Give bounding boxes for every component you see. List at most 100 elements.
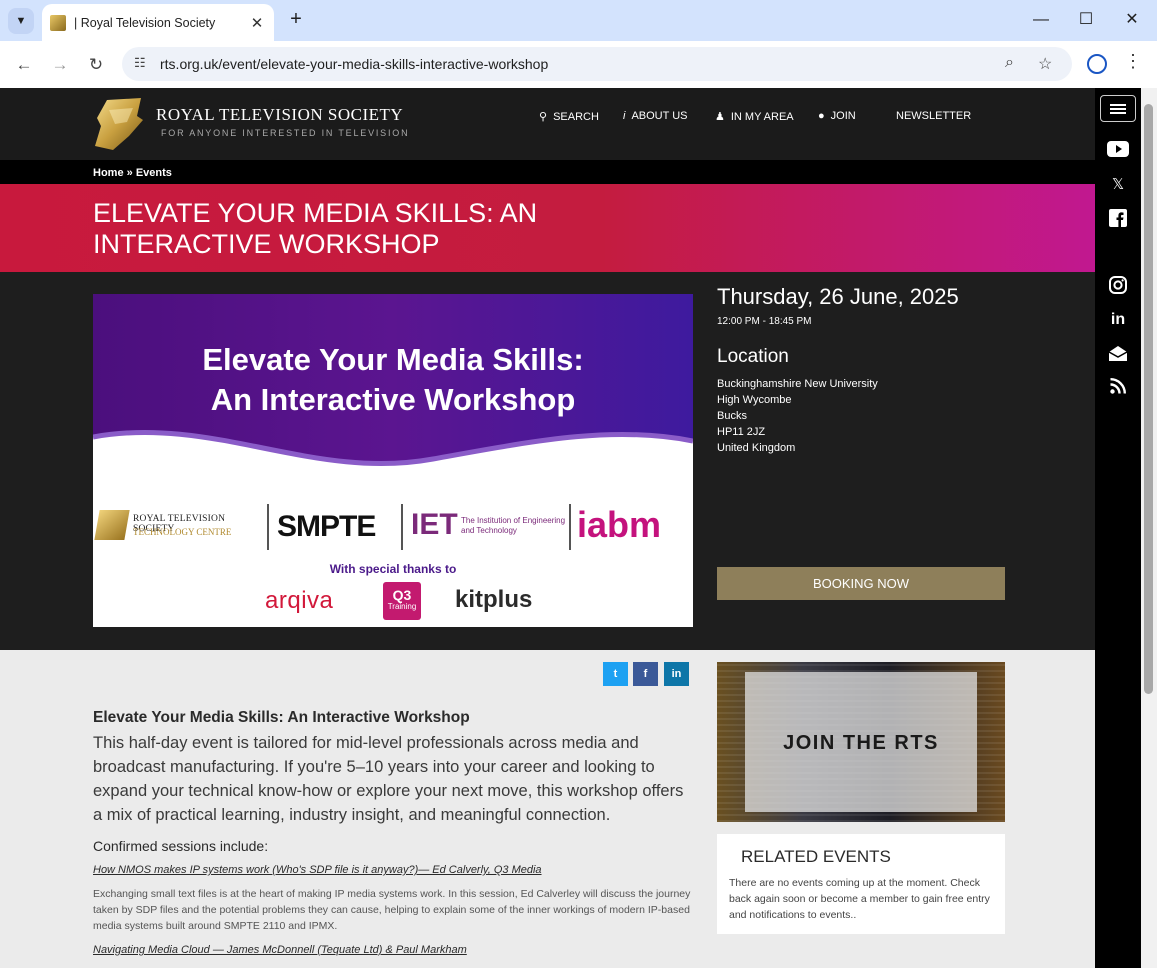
page-scrollbar[interactable]	[1141, 88, 1157, 968]
info-icon: i	[623, 110, 626, 122]
content-intro: This half-day event is tailored for mid-…	[93, 734, 684, 824]
session-description: Exchanging small text files is at the he…	[93, 888, 691, 932]
partner-divider	[401, 504, 403, 550]
hamburger-menu-button[interactable]	[1100, 95, 1136, 122]
related-events-text: There are no events coming up at the mom…	[729, 877, 990, 921]
page-title: ELEVATE YOUR MEDIA SKILLS: AN INTERACTIV…	[93, 198, 538, 259]
user-icon: ●	[818, 110, 825, 122]
rts-logo-line2: TECHNOLOGY CENTRE	[133, 527, 232, 537]
share-linkedin-button[interactable]: in	[664, 662, 689, 686]
x-icon[interactable]: 𝕏	[1107, 175, 1129, 195]
iet-logo: IET	[411, 508, 458, 541]
event-content: t f in Elevate Your Media Skills: An Int…	[0, 650, 1095, 968]
linkedin-icon[interactable]: in	[1107, 310, 1129, 330]
youtube-icon[interactable]	[1107, 141, 1129, 161]
menu-bar	[1110, 104, 1126, 106]
forward-button[interactable]: →	[46, 51, 74, 79]
rts-mini-logo-icon	[94, 510, 130, 540]
nav-about-label: ABOUT US	[631, 110, 688, 122]
session-link[interactable]: How NMOS makes IP systems work (Who's SD…	[93, 864, 542, 876]
zoom-icon[interactable]: ⌕	[1005, 54, 1014, 72]
booking-button[interactable]: BOOKING NOW	[717, 567, 1005, 600]
breadcrumb-home[interactable]: Home	[93, 167, 124, 179]
iet-logo-subtitle: The Institution of Engineering and Techn…	[461, 516, 566, 535]
breadcrumb-separator: »	[126, 167, 133, 179]
browser-chrome: ▼ | Royal Television Society ✕ + — ☐ ✕ ←…	[0, 0, 1157, 88]
share-twitter-button[interactable]: t	[603, 662, 628, 686]
content-heading: Elevate Your Media Skills: An Interactiv…	[93, 709, 470, 726]
minimize-button[interactable]: —	[1026, 8, 1056, 32]
partner-divider	[267, 504, 269, 550]
arqiva-logo: arqiva	[265, 587, 334, 614]
address-line: High Wycombe	[717, 394, 792, 406]
event-address: Buckinghamshire New University High Wyco…	[717, 376, 878, 456]
nav-newsletter-label: NEWSLETTER	[896, 110, 972, 122]
maximize-button[interactable]: ☐	[1071, 8, 1101, 32]
site-tagline: FOR ANYONE INTERESTED IN TELEVISION	[161, 128, 410, 138]
rts-technology-centre-logo: ROYAL TELEVISION SOCIETY TECHNOLOGY CENT…	[94, 506, 267, 546]
special-thanks-text: With special thanks to	[329, 562, 457, 576]
join-rts-banner[interactable]: JOIN THE RTS	[717, 662, 1005, 822]
join-rts-text: JOIN THE RTS	[783, 732, 939, 754]
partner-logos: ROYAL TELEVISION SOCIETY TECHNOLOGY CENT…	[93, 502, 693, 552]
address-line: Bucks	[717, 410, 747, 422]
search-icon: ⚲	[539, 111, 548, 123]
site-title[interactable]: ROYAL TELEVISION SOCIETY	[156, 105, 403, 125]
promo-heading: Elevate Your Media Skills: An Interactiv…	[93, 340, 693, 420]
promo-wave	[93, 429, 693, 489]
reload-button[interactable]: ↻	[82, 51, 110, 79]
share-facebook-button[interactable]: f	[633, 662, 658, 686]
site-header: ROYAL TELEVISION SOCIETY FOR ANYONE INTE…	[0, 88, 1095, 160]
url-text[interactable]: rts.org.uk/event/elevate-your-media-skil…	[160, 56, 548, 72]
breadcrumb: Home » Events	[93, 167, 172, 179]
rts-logo-icon[interactable]	[93, 96, 145, 152]
breadcrumb-events[interactable]: Events	[136, 167, 172, 179]
close-tab-icon[interactable]: ✕	[248, 14, 266, 32]
bookmark-star-icon[interactable]: ☆	[1038, 54, 1052, 74]
browser-tab[interactable]: | Royal Television Society ✕	[42, 4, 274, 41]
location-heading: Location	[717, 346, 789, 367]
nav-newsletter[interactable]: NEWSLETTER	[896, 110, 971, 122]
menu-bar	[1110, 112, 1126, 114]
mail-icon[interactable]	[1107, 344, 1129, 364]
rss-icon[interactable]	[1107, 378, 1129, 398]
site-info-icon[interactable]: ☷	[134, 55, 146, 71]
facebook-icon: f	[643, 668, 648, 680]
event-time: 12:00 PM - 18:45 PM	[717, 316, 812, 327]
tab-search-button[interactable]: ▼	[8, 8, 34, 34]
nav-search[interactable]: ⚲ SEARCH	[539, 110, 599, 124]
q3-logo-top: Q3	[392, 587, 412, 603]
session-link[interactable]: Navigating Media Cloud — James McDonnell…	[93, 944, 467, 956]
back-button[interactable]: ←	[10, 51, 38, 79]
address-bar[interactable]: ☷ rts.org.uk/event/elevate-your-media-sk…	[122, 47, 1072, 81]
smpte-logo: SMPTE	[277, 510, 376, 543]
address-line: HP11 2JZ	[717, 426, 766, 438]
people-icon: ♟	[715, 111, 725, 123]
facebook-icon[interactable]	[1107, 209, 1129, 229]
nav-join-label: JOIN	[830, 110, 856, 122]
q3-logo-bottom: Training	[387, 602, 417, 611]
profile-icon[interactable]	[1087, 54, 1107, 74]
nav-area[interactable]: ♟ IN MY AREA	[715, 110, 794, 124]
iabm-logo: iabm	[577, 504, 662, 545]
instagram-icon[interactable]	[1107, 276, 1129, 296]
related-events-heading: RELATED EVENTS	[741, 847, 891, 866]
rts-favicon-icon	[50, 14, 66, 31]
nav-join[interactable]: ● JOIN	[818, 110, 856, 122]
linkedin-icon: in	[671, 668, 682, 680]
close-window-button[interactable]: ✕	[1117, 8, 1147, 32]
twitter-icon: t	[613, 668, 618, 680]
new-tab-button[interactable]: +	[284, 8, 308, 32]
scrollbar-thumb[interactable]	[1144, 104, 1153, 694]
title-banner: ELEVATE YOUR MEDIA SKILLS: AN INTERACTIV…	[0, 184, 1095, 272]
menu-bar	[1110, 108, 1126, 110]
browser-toolbar: ← → ↻ ☷ rts.org.uk/event/elevate-your-me…	[0, 41, 1157, 88]
event-date: Thursday, 26 June, 2025	[717, 284, 959, 309]
nav-about[interactable]: i ABOUT US	[623, 110, 687, 122]
browser-menu-icon[interactable]: ⋮	[1124, 51, 1142, 72]
tab-strip: ▼ | Royal Television Society ✕ + — ☐ ✕	[0, 0, 1157, 41]
event-promo-image: Elevate Your Media Skills: An Interactiv…	[93, 294, 693, 627]
event-hero: Elevate Your Media Skills: An Interactiv…	[0, 272, 1095, 650]
partner-divider	[569, 504, 571, 550]
promo-heading-line1: Elevate Your Media Skills:	[202, 342, 584, 377]
